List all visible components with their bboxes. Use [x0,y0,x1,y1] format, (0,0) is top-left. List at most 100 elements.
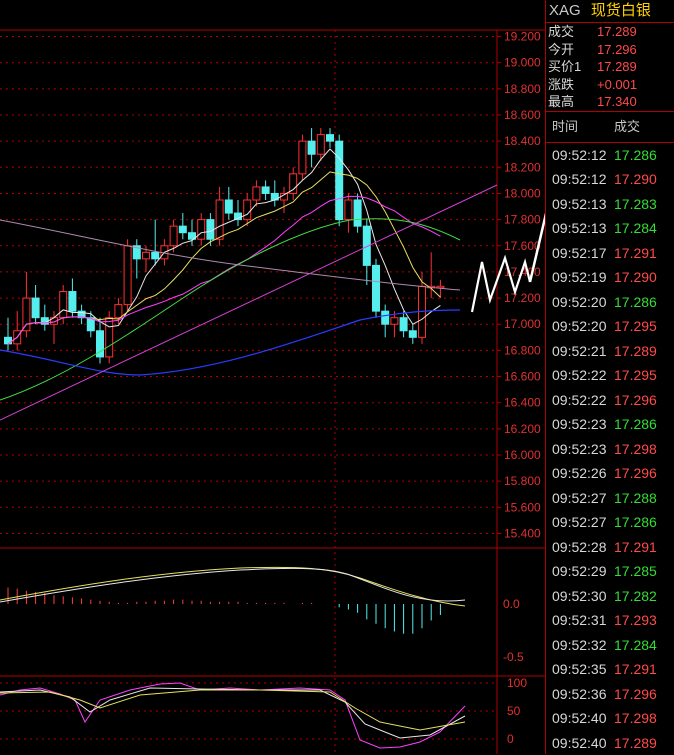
price-tick-label: 17.000 [504,317,541,331]
trade-time: 09:52:31 [552,608,607,633]
price-tick-label: 19.000 [504,56,541,70]
trade-price: 17.295 [614,314,657,339]
trade-time: 09:52:27 [552,510,607,535]
trade-row: 09:52:3617.296 [546,682,674,707]
candle-body [115,305,122,318]
trade-row: 09:52:2017.286 [546,290,674,315]
dif-line [0,568,465,602]
price-tick-label: 18.400 [504,134,541,148]
price-tick-label: 18.800 [504,82,541,96]
kline-chart-area[interactable]: 19.20019.00018.80018.60018.40018.20018.0… [0,0,545,754]
trade-row: 09:52:19 17.290 [546,265,674,290]
candle-body [409,331,416,338]
kdj-tick-label: 100 [507,676,527,690]
candle-body [253,187,260,200]
trade-time: 09:52:12 [552,143,607,168]
trade-price: 17.296 [614,388,657,413]
candle-body [106,318,113,357]
candle-body [345,200,352,220]
d-line [0,690,465,730]
trade-time: 09:52:32 [552,633,607,658]
quote-value: +0.001 [597,76,637,94]
price-tick-label: 16.400 [504,396,541,410]
trade-price: 17.286 [614,290,657,315]
kline-chart[interactable]: 19.20019.00018.80018.60018.40018.20018.0… [0,0,545,754]
trade-row: 09:52:1217.290 [546,167,674,192]
quote-label: 涨跌 [548,76,574,94]
trade-price: 17.286 [614,510,657,535]
quote-value: 17.289 [597,58,637,76]
quote-label: 买价1 [548,58,581,76]
trade-time: 09:52:19 [552,265,607,290]
time-column-header: 时间 [552,112,578,142]
quote-label: 今开 [548,41,574,59]
candle-body [152,252,159,259]
trade-time: 09:52:29 [552,559,607,584]
trade-row: 09:52:27 17.286 [546,510,674,535]
trade-row: 09:52:13 17.283 [546,192,674,217]
price-tick-label: 15.600 [504,500,541,514]
trade-row: 09:52:1717.291 [546,241,674,266]
trade-price: 17.289 [614,339,657,364]
trade-row: 09:52:1317.284 [546,216,674,241]
trade-row: 09:52:29 17.285 [546,559,674,584]
trade-time: 09:52:21 [552,339,607,364]
candle-body [124,246,131,305]
trade-time: 09:52:20 [552,314,607,339]
quote-value: 17.296 [597,41,637,59]
trade-time: 09:52:40 [552,731,607,755]
trade-price: 17.283 [614,192,657,217]
candle-body [143,252,150,259]
quote-value: 17.289 [597,23,637,41]
quote-value: 17.340 [597,93,637,111]
price-tick-label: 16.000 [504,448,541,462]
price-tick-label: 18.200 [504,160,541,174]
trade-time: 09:52:22 [552,388,607,413]
trade-row: 09:52:3017.282 [546,584,674,609]
trade-time: 09:52:22 [552,363,607,388]
symbol-header: XAG 现货白银 [546,0,674,23]
trade-time: 09:52:23 [552,412,607,437]
trade-price: 17.285 [614,559,657,584]
trade-row: 09:52:2217.295 [546,363,674,388]
quote-row: 今开 17.296 [546,41,674,59]
trade-time: 09:52:13 [552,192,607,217]
kdj-tick-label: 50 [507,704,521,718]
candle-body [354,200,361,226]
trade-row: 09:52:21 17.289 [546,339,674,364]
j-line [0,683,465,748]
price-tick-label: 16.600 [504,370,541,384]
candle-body [262,187,269,194]
trade-row: 09:52:22 17.296 [546,388,674,413]
quote-row: 买价1 17.289 [546,58,674,76]
trade-price: 17.284 [614,216,657,241]
candle-body [382,311,389,324]
candle-body [198,220,205,240]
trades-list[interactable]: 09:52:1217.28609:52:1217.29009:52:1317.2… [546,143,674,755]
trade-row: 09:52:2617.296 [546,461,674,486]
trade-time: 09:52:26 [552,461,607,486]
candle-body [179,226,186,233]
ma10-line [8,172,440,344]
kdj-tick-label: 0 [507,732,514,746]
trade-price: 17.293 [614,608,657,633]
price-tick-label: 17.600 [504,239,541,253]
trade-row: 09:52:4017.298 [546,706,674,731]
candle-body [5,337,12,344]
trade-price: 17.290 [614,265,657,290]
trade-price: 17.288 [614,486,657,511]
quote-row: 成交17.289 [546,23,674,41]
price-tick-label: 17.200 [504,291,541,305]
trade-time: 09:52:35 [552,657,607,682]
trade-time: 09:52:28 [552,535,607,560]
quote-label: 最高 [548,93,574,111]
trade-time: 09:52:27 [552,486,607,511]
candle-body [336,141,343,219]
trade-time: 09:52:30 [552,584,607,609]
candle-body [23,298,30,331]
trade-time: 09:52:23 [552,437,607,462]
trade-row: 09:52:4017.289 [546,731,674,755]
quote-row: 最高 17.340 [546,93,674,111]
trade-row: 09:52:2817.291 [546,535,674,560]
candle-body [308,141,315,154]
